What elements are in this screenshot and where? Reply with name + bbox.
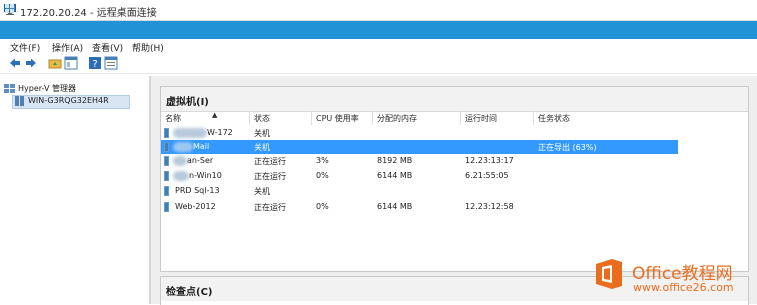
vm-panel-title: 虚拟机(I) xyxy=(166,97,209,108)
table-row[interactable]: n-Win10 正在运行 0% 6144 MB 6.21:55:05 xyxy=(161,169,678,183)
redacted-name-blur xyxy=(173,171,189,181)
vm-name: n-Win10 xyxy=(189,171,222,180)
vm-state: 正在运行 xyxy=(254,157,286,166)
watermark-url: www.office26.com xyxy=(633,281,734,294)
column-header-task[interactable]: 任务状态 xyxy=(538,113,570,124)
help-icon[interactable]: ? xyxy=(88,56,102,70)
column-header-state[interactable]: 状态 xyxy=(254,113,270,124)
table-row[interactable]: Web-2012 正在运行 0% 6144 MB 12.23:12:58 xyxy=(161,200,678,214)
menu-action[interactable]: 操作(A) xyxy=(52,41,83,54)
vm-name: Mail xyxy=(193,142,210,151)
tree-server-label[interactable]: WIN-G3RQG32EH4R xyxy=(28,96,109,105)
sort-ascending-icon: ▲ xyxy=(212,111,218,119)
menu-file[interactable]: 文件(F) xyxy=(10,41,40,54)
vm-panel-header xyxy=(161,87,748,112)
vm-name: an-Ser xyxy=(187,156,214,165)
redacted-name-blur xyxy=(173,128,207,138)
table-row[interactable]: PRD Sql-13 关机 xyxy=(161,184,678,198)
navigation-tree xyxy=(0,76,151,304)
folder-up-icon[interactable] xyxy=(48,56,62,70)
column-separator[interactable] xyxy=(311,111,312,125)
vm-icon xyxy=(164,156,169,166)
svg-text:?: ? xyxy=(92,59,97,70)
vm-state: 正在运行 xyxy=(254,203,286,212)
vm-state: 正在运行 xyxy=(254,172,286,181)
vm-state: 关机 xyxy=(254,187,270,196)
column-header-cpu[interactable]: CPU 使用率 xyxy=(316,113,359,124)
column-header-name[interactable]: 名称 xyxy=(165,113,181,124)
server-icon xyxy=(15,96,24,106)
forward-arrow-icon[interactable] xyxy=(24,56,38,70)
vm-uptime: 12.23:13:17 xyxy=(465,156,514,165)
table-row-selected[interactable]: Mail 关机 正在导出 (63%) xyxy=(161,140,678,154)
properties-icon[interactable] xyxy=(104,56,118,70)
vm-state: 关机 xyxy=(254,143,270,152)
table-row[interactable]: W-172 关机 xyxy=(161,126,678,140)
menu-view[interactable]: 查看(V) xyxy=(92,41,123,54)
vm-cpu: 0% xyxy=(316,171,329,180)
back-arrow-icon[interactable] xyxy=(8,56,22,70)
column-separator[interactable] xyxy=(372,111,373,125)
window-title: Hyper-V 管理器 xyxy=(338,4,419,17)
console-view-icon[interactable] xyxy=(64,56,78,70)
column-separator[interactable] xyxy=(249,111,250,125)
vm-icon xyxy=(164,171,169,181)
vm-name: PRD Sql-13 xyxy=(175,186,220,195)
vm-task: 正在导出 (63%) xyxy=(538,143,597,152)
tree-root-label[interactable]: Hyper-V 管理器 xyxy=(18,83,76,94)
window-title-bar[interactable] xyxy=(0,21,757,39)
vm-icon xyxy=(164,186,169,196)
column-header-memory[interactable]: 分配的内存 xyxy=(377,113,417,124)
column-separator[interactable] xyxy=(460,111,461,125)
vm-cpu: 0% xyxy=(316,202,329,211)
vm-uptime: 12.23:12:58 xyxy=(465,202,514,211)
menu-help[interactable]: 帮助(H) xyxy=(132,41,164,54)
hyperv-manager-icon xyxy=(4,84,15,93)
table-row[interactable]: an-Ser 正在运行 3% 8192 MB 12.23:13:17 xyxy=(161,154,678,168)
vm-memory: 6144 MB xyxy=(377,202,413,211)
vm-memory: 6144 MB xyxy=(377,171,413,180)
vm-name: W-172 xyxy=(207,128,233,137)
vm-icon xyxy=(164,202,169,212)
redacted-name-blur xyxy=(173,142,193,152)
column-header-uptime[interactable]: 运行时间 xyxy=(465,113,497,124)
office-logo-icon xyxy=(596,259,622,289)
vm-name: Web-2012 xyxy=(175,202,216,211)
vm-icon xyxy=(164,128,169,138)
vm-memory: 8192 MB xyxy=(377,156,413,165)
redacted-name-blur xyxy=(173,156,187,166)
vm-uptime: 6.21:55:05 xyxy=(465,171,509,180)
column-separator[interactable] xyxy=(533,111,534,125)
vm-icon xyxy=(164,142,169,152)
vm-cpu: 3% xyxy=(316,156,329,165)
checkpoint-panel-title: 检查点(C) xyxy=(166,287,213,298)
vm-state: 关机 xyxy=(254,129,270,138)
